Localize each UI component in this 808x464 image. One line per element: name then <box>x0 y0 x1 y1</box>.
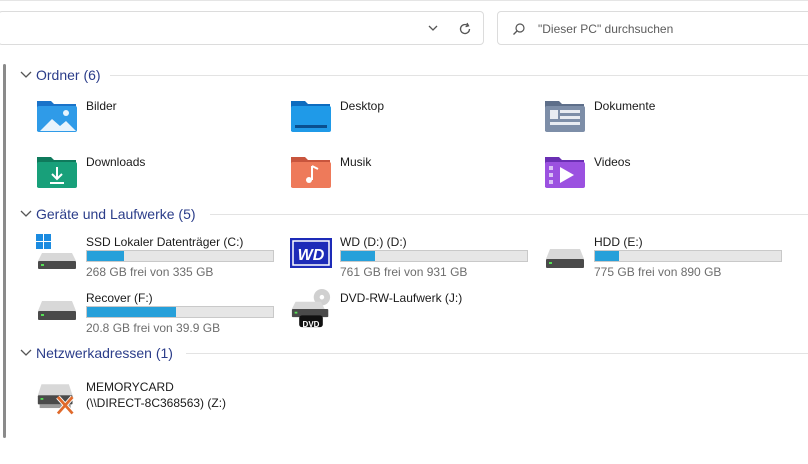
drive-usage-fill <box>595 251 619 261</box>
wd-drive-icon: WD <box>290 238 332 268</box>
pictures-folder-icon <box>37 101 77 132</box>
drive-free-space: 761 GB frei von 931 GB <box>340 265 468 279</box>
drive-usage-fill <box>341 251 376 261</box>
documents-folder-icon <box>545 101 585 132</box>
chevron-down-icon[interactable] <box>427 22 439 34</box>
address-bar[interactable] <box>0 11 484 45</box>
downloads-folder-icon <box>37 157 77 188</box>
section-header-network[interactable]: Netzwerkadressen (1) <box>20 344 808 364</box>
windows-drive-icon <box>36 234 76 269</box>
drive-free-space: 775 GB frei von 890 GB <box>594 265 722 279</box>
folder-label: Downloads <box>86 155 146 169</box>
section-title: Netzwerkadressen (1) <box>36 345 173 361</box>
svg-text:WD: WD <box>298 247 325 264</box>
network-drive-name: MEMORYCARD <box>86 380 174 394</box>
folder-label: Videos <box>594 155 631 169</box>
section-header-folders[interactable]: Ordner (6) <box>20 66 808 86</box>
chevron-down-icon[interactable] <box>20 209 32 219</box>
videos-folder-icon <box>545 157 585 188</box>
drive-item-f[interactable]: Recover (F:) 20.8 GB frei von 39.9 GB <box>36 289 286 337</box>
dvd-badge: DVD <box>302 320 320 329</box>
drive-usage-bar <box>594 250 782 262</box>
folder-label: Dokumente <box>594 99 656 113</box>
section-divider <box>186 353 808 354</box>
folder-label: Musik <box>340 155 372 169</box>
drive-usage-fill <box>87 307 177 317</box>
disconnected-network-drive-icon <box>37 384 75 416</box>
hard-drive-icon <box>546 249 584 268</box>
folder-label: Desktop <box>340 99 385 113</box>
drive-free-space: 20.8 GB frei von 39.9 GB <box>86 321 221 335</box>
search-box[interactable]: "Dieser PC" durchsuchen <box>497 11 808 45</box>
search-placeholder: "Dieser PC" durchsuchen <box>538 22 674 36</box>
drive-usage-bar <box>340 250 528 262</box>
drive-label: WD (D:) (D:) <box>340 235 407 249</box>
search-icon <box>513 23 525 35</box>
drive-item-j[interactable]: DVD DVD-RW-Laufwerk (J:) <box>290 289 540 337</box>
refresh-icon[interactable] <box>457 21 473 37</box>
drive-label: Recover (F:) <box>86 291 153 305</box>
chevron-down-icon[interactable] <box>20 70 32 80</box>
hard-drive-icon <box>38 301 76 320</box>
section-title: Ordner (6) <box>36 67 101 83</box>
drive-usage-bar <box>86 306 274 318</box>
chevron-down-icon[interactable] <box>20 348 32 358</box>
section-header-drives[interactable]: Geräte und Laufwerke (5) <box>20 205 808 225</box>
section-divider <box>210 214 808 215</box>
drive-item-c[interactable]: SSD Lokaler Datenträger (C:) 268 GB frei… <box>36 233 286 281</box>
section-divider <box>110 75 808 76</box>
drive-item-d[interactable]: WD WD (D:) (D:) 761 GB frei von 931 GB <box>290 233 540 281</box>
top-divider <box>0 0 808 1</box>
scrollbar[interactable] <box>3 64 6 438</box>
desktop-folder-icon <box>291 101 331 132</box>
drive-label: DVD-RW-Laufwerk (J:) <box>340 291 463 305</box>
music-folder-icon <box>291 157 331 188</box>
drive-label: HDD (E:) <box>594 235 643 249</box>
folder-label: Bilder <box>86 99 117 113</box>
section-title: Geräte und Laufwerke (5) <box>36 206 196 222</box>
drive-label: SSD Lokaler Datenträger (C:) <box>86 235 244 249</box>
network-drive-path: (\\DIRECT-8C368563) (Z:) <box>86 396 227 410</box>
drive-item-e[interactable]: HDD (E:) 775 GB frei von 890 GB <box>544 233 794 281</box>
drive-usage-fill <box>87 251 125 261</box>
network-drive-item-z[interactable]: MEMORYCARD (\\DIRECT-8C368563) (Z:) <box>36 378 286 418</box>
drive-usage-bar <box>86 250 274 262</box>
drive-free-space: 268 GB frei von 335 GB <box>86 265 214 279</box>
